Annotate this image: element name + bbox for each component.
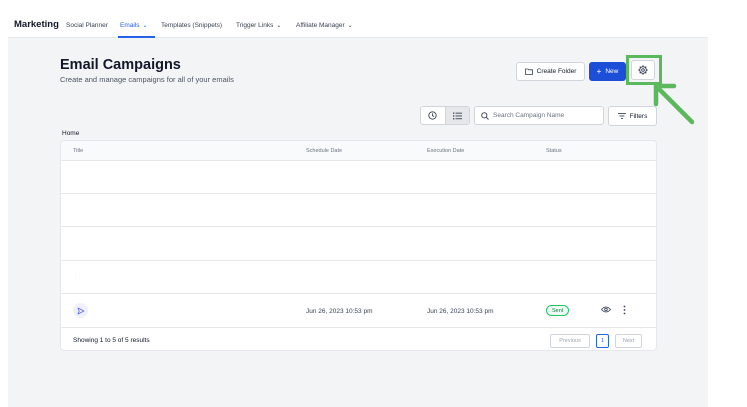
clock-icon xyxy=(428,111,437,120)
execution-date-cell: Jun 26, 2023 10:53 pm xyxy=(427,308,494,315)
new-button-label: New xyxy=(605,68,619,75)
nav-item-label: Emails xyxy=(120,22,140,29)
new-button[interactable]: + New xyxy=(589,62,626,81)
create-folder-label: Create Folder xyxy=(536,68,577,75)
page-subtitle: Create and manage campaigns for all of y… xyxy=(60,75,234,84)
nav-item-trigger-links[interactable]: Trigger Links ⌄ xyxy=(236,22,281,29)
filters-label: Filters xyxy=(629,112,648,120)
breadcrumb[interactable]: Home xyxy=(62,130,79,137)
row-marker: ⋮ xyxy=(73,273,78,279)
search-input[interactable] xyxy=(493,112,603,119)
nav-item-label: Trigger Links xyxy=(236,22,274,29)
campaign-type-badge xyxy=(73,303,88,318)
results-summary: Showing 1 to 5 of 5 results xyxy=(73,337,150,344)
nav-item-emails[interactable]: Emails ⌄ xyxy=(120,22,148,29)
send-icon xyxy=(77,307,84,314)
search-icon xyxy=(481,111,489,120)
previous-page-button[interactable]: Previous xyxy=(550,334,590,348)
filter-icon xyxy=(617,113,626,119)
page-number-current[interactable]: 1 xyxy=(596,334,609,348)
table-row[interactable]: Jun 26, 2023 10:53 pm Jun 26, 2023 10:53… xyxy=(61,295,656,328)
nav-item-templates[interactable]: Templates (Snippets) xyxy=(161,22,222,29)
column-header-schedule-date: Schedule Date xyxy=(306,148,343,154)
chevron-down-icon: ⌄ xyxy=(347,23,353,29)
active-tab-indicator xyxy=(118,36,155,38)
nav-item-affiliate-manager[interactable]: Affiliate Manager ⌄ xyxy=(296,22,353,29)
page-title: Email Campaigns xyxy=(60,57,181,73)
table-row[interactable]: ⋮ xyxy=(61,261,656,294)
list-icon xyxy=(452,112,462,119)
table-row[interactable] xyxy=(61,194,656,227)
filters-button[interactable]: Filters xyxy=(608,106,657,126)
schedule-date-cell: Jun 26, 2023 10:53 pm xyxy=(306,308,373,315)
view-toggle xyxy=(420,106,470,125)
chevron-down-icon: ⌄ xyxy=(276,23,282,29)
plus-icon: + xyxy=(596,67,602,76)
next-page-button[interactable]: Next xyxy=(615,334,642,348)
create-folder-button[interactable]: Create Folder xyxy=(516,62,585,81)
chevron-down-icon: ⌄ xyxy=(142,23,148,29)
brand-title: Marketing xyxy=(14,19,59,30)
list-view-button[interactable] xyxy=(444,107,469,124)
more-options-icon[interactable] xyxy=(623,305,626,315)
top-nav: Marketing Social Planner Emails ⌄ Templat… xyxy=(8,8,708,38)
nav-item-label: Affiliate Manager xyxy=(296,22,345,29)
search-box xyxy=(474,106,604,125)
eye-icon[interactable] xyxy=(601,306,611,313)
status-badge: Sent xyxy=(546,305,570,316)
table-row[interactable] xyxy=(61,161,656,194)
table-header: Title Schedule Date Execution Date Statu… xyxy=(61,141,656,161)
campaign-table: Title Schedule Date Execution Date Statu… xyxy=(60,140,657,351)
table-footer: Showing 1 to 5 of 5 results Previous 1 N… xyxy=(61,329,656,350)
nav-item-label: Social Planner xyxy=(66,22,108,29)
nav-item-social-planner[interactable]: Social Planner xyxy=(66,22,108,29)
column-header-title: Title xyxy=(73,148,84,154)
column-header-status: Status xyxy=(546,148,562,154)
clock-view-button[interactable] xyxy=(421,107,445,124)
table-row[interactable] xyxy=(61,228,656,261)
nav-item-label: Templates (Snippets) xyxy=(161,22,223,29)
folder-icon xyxy=(524,68,533,75)
column-header-execution-date: Execution Date xyxy=(427,148,465,154)
app-container: Marketing Social Planner Emails ⌄ Templat… xyxy=(8,8,708,407)
